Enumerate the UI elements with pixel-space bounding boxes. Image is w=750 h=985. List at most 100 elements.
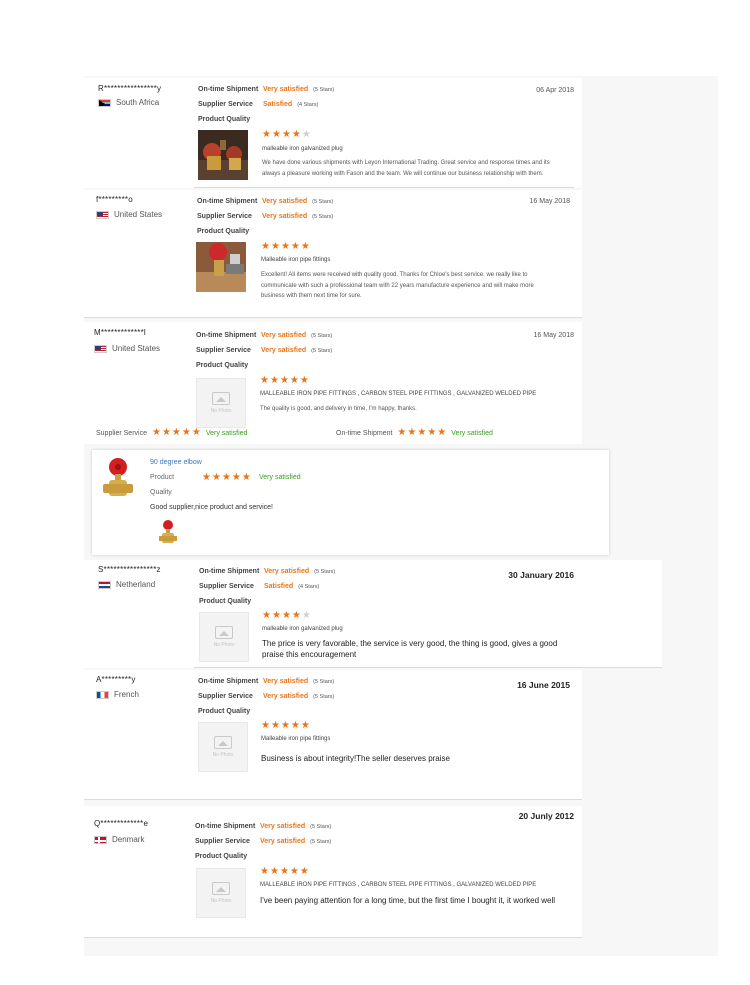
star-icon: ★ — [270, 241, 280, 252]
country-name: Netherland — [116, 580, 156, 589]
review-date: 30 January 2016 — [508, 570, 574, 580]
star-icon: ★ — [271, 129, 281, 140]
star-icon: ★ — [221, 472, 231, 483]
star-icon: ★ — [289, 866, 299, 877]
on-time-shipment-row: On-time Shipment Very satisfied (5 Stars… — [198, 678, 334, 685]
star-icon: ★ — [289, 375, 299, 386]
product-quality-label: Product Quality — [198, 708, 251, 715]
on-time-stars: (5 Stars) — [312, 198, 334, 205]
product-name[interactable]: MALLEABLE IRON PIPE FITTINGS , CARBON ST… — [260, 391, 536, 397]
image-placeholder-icon — [212, 392, 230, 405]
united-states-flag-icon — [94, 344, 107, 353]
review-photo[interactable] — [156, 518, 180, 548]
product-name[interactable]: Malleable iron pipe fittings — [261, 257, 330, 263]
star-icon: ★ — [291, 129, 301, 140]
on-time-stars: (5 Stars) — [310, 823, 332, 830]
review-date: 16 May 2018 — [529, 198, 570, 205]
product-name[interactable]: malleable iron galvanized plug — [262, 146, 343, 152]
product-title-link[interactable]: 90 degree elbow — [150, 459, 202, 466]
review-date: 06 Apr 2018 — [536, 87, 574, 94]
quality-label: Quality — [150, 489, 172, 496]
product-quality-row: Product Quality — [199, 598, 264, 605]
on-time-shipment-row: On-time Shipment Very satisfied (5 Stars… — [199, 568, 335, 575]
supplier-service-stars: (5 Stars) — [311, 347, 333, 354]
on-time-value: Very satisfied — [264, 568, 310, 575]
buyer-country: United States — [94, 344, 160, 353]
star-icon: ★ — [181, 427, 191, 438]
country-name: United States — [114, 210, 163, 219]
star-icon: ★ — [261, 241, 270, 252]
product-name[interactable]: MALLEABLE IRON PIPE FITTINGS , CARBON ST… — [260, 882, 536, 888]
on-time-value: Very satisfied — [263, 678, 309, 685]
supplier-service-stars: (5 Stars) — [312, 213, 334, 220]
france-flag-icon — [96, 690, 109, 699]
review-comment: Good supplier,nice product and service! — [150, 504, 273, 511]
on-time-shipment-row: On-time Shipment Very satisfied (5 Stars… — [197, 198, 333, 205]
buyer-country: South Africa — [98, 98, 159, 107]
image-placeholder-icon — [212, 882, 230, 895]
review-item: A*********y French On-time Shipment Very… — [84, 670, 582, 800]
supplier-service-value: Very satisfied — [261, 347, 307, 354]
product-name[interactable]: Malleable iron pipe fittings — [261, 736, 330, 742]
review-date: 16 May 2018 — [533, 332, 574, 339]
star-icon: ★ — [407, 427, 417, 438]
product-rating-stars: ★ ★ ★ ★ ★ — [261, 721, 310, 731]
product-photo[interactable] — [196, 242, 246, 292]
star-icon: ★ — [290, 720, 300, 731]
on-time-label: On-time Shipment — [195, 823, 256, 830]
product-name[interactable]: malleable iron galvanized plug — [262, 626, 343, 632]
star-icon: ★ — [241, 472, 251, 483]
star-empty-icon: ★ — [301, 129, 311, 140]
product-rating-stars: ★ ★ ★ ★ ★ — [262, 611, 311, 621]
review-item: S****************z Netherland On-time Sh… — [84, 560, 662, 668]
country-name: South Africa — [116, 98, 160, 107]
supplier-service-row: Supplier Service Very satisfied (5 Stars… — [197, 213, 333, 220]
on-time-label: On-time Shipment — [198, 678, 259, 685]
supplier-service-label: Supplier Service — [199, 583, 254, 590]
image-placeholder-icon — [214, 736, 232, 749]
supplier-service-label: Supplier Service — [196, 347, 251, 354]
star-icon: ★ — [261, 720, 270, 731]
on-time-label: On-time Shipment — [198, 86, 259, 93]
star-icon: ★ — [299, 375, 309, 386]
summary-shipment-label: On-time Shipment — [336, 429, 393, 437]
product-photo[interactable] — [198, 130, 248, 180]
star-icon: ★ — [191, 427, 201, 438]
star-icon: ★ — [211, 472, 221, 483]
summary-shipment-stars: ★ ★ ★ ★ ★ — [397, 428, 446, 438]
supplier-service-stars: (4 Stars) — [297, 101, 319, 108]
product-quality-row: Product Quality — [196, 362, 261, 369]
product-rating-value: Very satisfied — [259, 474, 301, 481]
united-states-flag-icon — [96, 210, 109, 219]
no-photo-placeholder: No Photo — [199, 612, 249, 662]
on-time-stars: (5 Stars) — [313, 678, 335, 685]
on-time-stars: (5 Stars) — [314, 568, 336, 575]
star-icon: ★ — [269, 375, 279, 386]
product-quality-row: Product Quality — [195, 853, 260, 860]
product-rating-stars: ★ ★ ★ ★ ★ — [260, 867, 309, 877]
divider — [84, 937, 582, 938]
product-quality-label: Product Quality — [199, 598, 252, 605]
star-icon: ★ — [417, 427, 427, 438]
star-icon: ★ — [427, 427, 437, 438]
no-photo-text: No Photo — [212, 752, 234, 758]
star-icon: ★ — [262, 129, 271, 140]
star-icon: ★ — [279, 866, 289, 877]
star-icon: ★ — [291, 610, 301, 621]
star-icon: ★ — [269, 866, 279, 877]
product-rating-stars: ★ ★ ★ ★ ★ — [262, 130, 311, 140]
star-icon: ★ — [151, 427, 161, 438]
buyer-name: Q*************e — [94, 819, 149, 828]
star-icon: ★ — [231, 472, 241, 483]
no-photo-placeholder: No Photo — [196, 378, 246, 428]
product-rating-stars: ★ ★ ★ ★ ★ — [202, 473, 251, 483]
supplier-service-stars: (5 Stars) — [313, 693, 335, 700]
on-time-shipment-row: On-time Shipment Very satisfied (5 Stars… — [196, 332, 332, 339]
divider — [194, 187, 574, 188]
product-photo[interactable] — [97, 456, 139, 506]
product-quality-label: Product Quality — [195, 853, 248, 860]
star-icon: ★ — [262, 610, 271, 621]
star-icon: ★ — [161, 427, 171, 438]
review-comment: The price is very favorable, the service… — [262, 639, 558, 659]
product-rating-stars: ★ ★ ★ ★ ★ — [261, 242, 310, 252]
